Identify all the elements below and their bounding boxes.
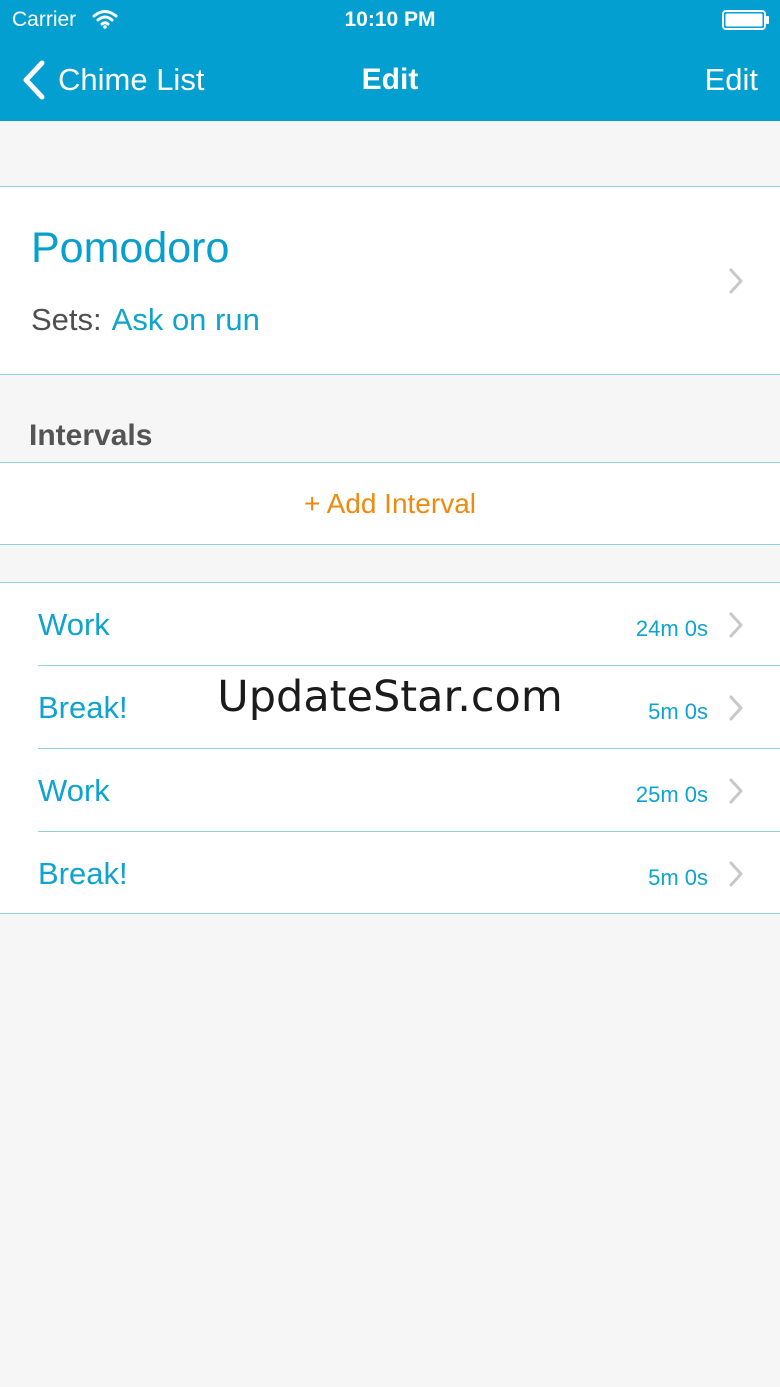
interval-duration: 25m 0s [635, 782, 708, 807]
interval-row[interactable]: Work 25m 0s [0, 749, 780, 832]
interval-duration: 5m 0s [648, 865, 708, 890]
interval-row[interactable]: Break! 5m 0s [0, 666, 780, 749]
interval-duration: 24m 0s [635, 616, 708, 641]
interval-list: Work 24m 0s Break! 5m 0s Work 25m 0s Bre… [0, 582, 780, 914]
timer-summary-cell[interactable]: Pomodoro Sets: Ask on run [0, 186, 780, 375]
interval-name: Work [38, 773, 110, 808]
status-bar: Carrier 10:10 PM [0, 0, 780, 40]
navigation-header: Carrier 10:10 PM Chime List Edit Edit [0, 0, 780, 121]
chevron-right-icon [729, 612, 743, 638]
interval-name: Break! [38, 690, 128, 725]
interval-name: Work [38, 607, 110, 642]
interval-duration: 5m 0s [648, 699, 708, 724]
add-interval-label: + Add Interval [303, 488, 476, 519]
interval-row[interactable]: Break! 5m 0s [0, 832, 780, 915]
interval-row[interactable]: Work 24m 0s [0, 583, 780, 666]
chevron-right-icon [729, 778, 743, 804]
battery-icon [722, 10, 769, 30]
sets-row: Sets: Ask on run [31, 301, 260, 339]
chevron-right-icon [729, 695, 743, 721]
page-title: Edit [361, 63, 419, 96]
interval-name: Break! [38, 856, 128, 891]
intervals-section-header: Intervals [29, 419, 153, 452]
sets-value: Ask on run [111, 302, 260, 337]
chevron-right-icon [729, 268, 743, 294]
timer-name: Pomodoro [31, 224, 230, 272]
edit-button[interactable]: Edit [705, 60, 758, 100]
status-time: 10:10 PM [344, 8, 436, 31]
chevron-right-icon [729, 861, 743, 887]
add-interval-button[interactable]: + Add Interval [0, 462, 780, 545]
sets-label: Sets: [31, 302, 102, 337]
